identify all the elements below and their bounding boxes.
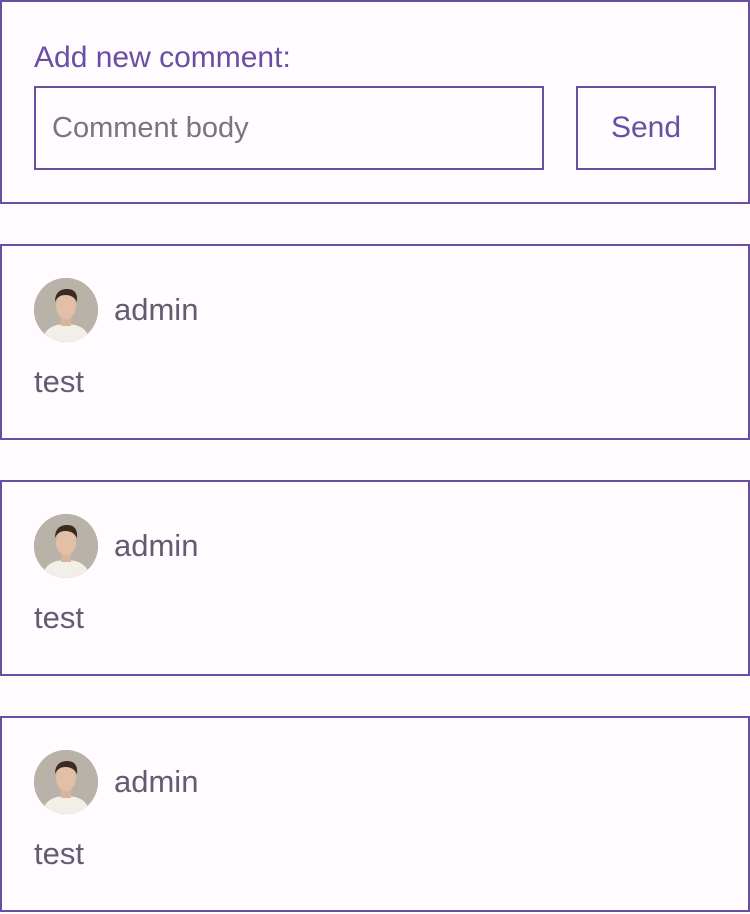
comment-author: admin [114, 292, 199, 327]
comment-body: test [34, 600, 84, 635]
new-comment-label: Add new comment: [34, 41, 291, 74]
comment-body: test [34, 836, 84, 871]
comment-body-input[interactable] [34, 86, 544, 170]
comment-author: admin [114, 528, 199, 563]
comment-card: admin test [0, 716, 750, 912]
comment-card: admin test [0, 480, 750, 676]
comment-card: admin test [0, 244, 750, 440]
comment-body: test [34, 364, 84, 399]
send-button[interactable]: Send [576, 86, 716, 170]
new-comment-card: Add new comment: Send [0, 0, 750, 204]
user-photo-icon [34, 750, 98, 814]
comment-author: admin [114, 764, 199, 799]
user-photo-icon [34, 278, 98, 342]
user-photo-icon [34, 514, 98, 578]
